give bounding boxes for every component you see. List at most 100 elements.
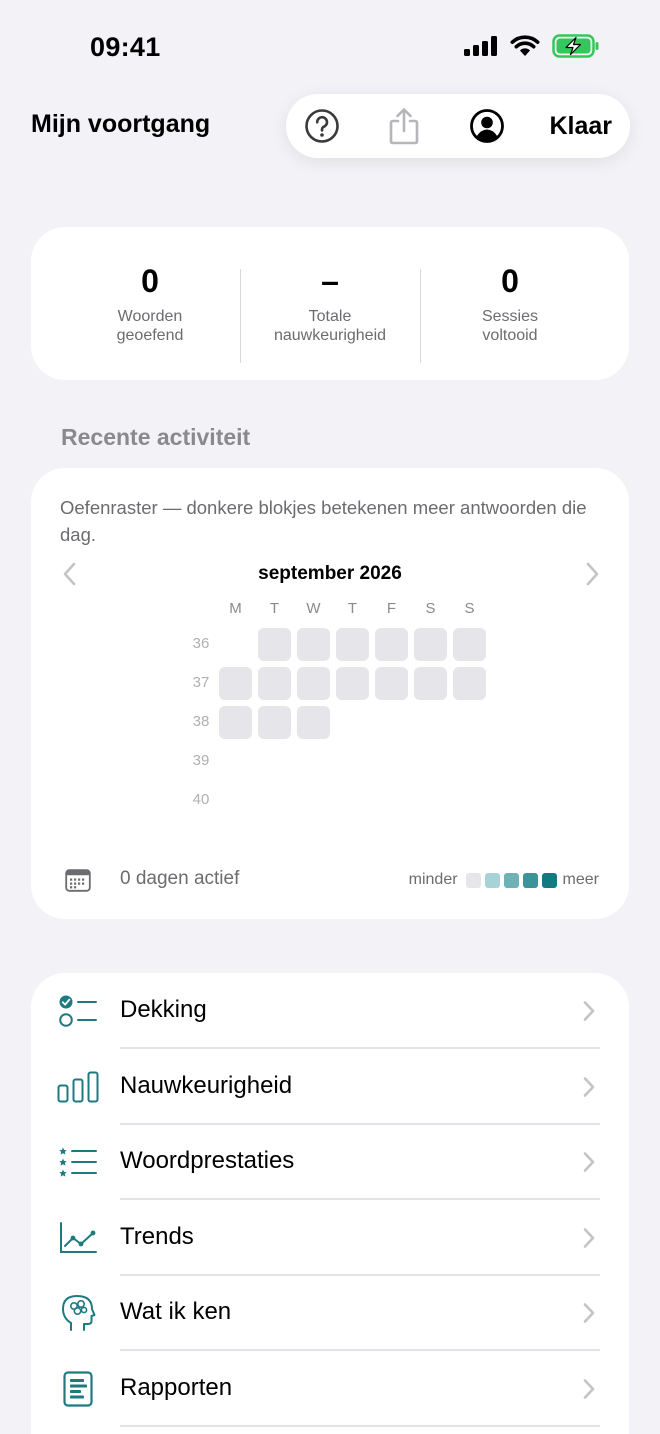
stat-label-line: voltooid (482, 327, 538, 344)
stat-label-line: nauwkeurigheid (273, 327, 387, 344)
day-cell[interactable] (375, 628, 408, 661)
menu-item-nauwkeurigheid[interactable]: Nauwkeurigheid (31, 1049, 629, 1125)
report-icon (57, 1368, 99, 1410)
nav-toolbar: Klaar (286, 94, 630, 158)
menu-item-trends[interactable]: Trends (31, 1200, 629, 1276)
chevron-right-icon (583, 1152, 595, 1172)
day-cell[interactable] (336, 628, 369, 661)
legend-less-label: minder (408, 871, 458, 888)
weekday-label: S (425, 600, 436, 617)
menu-item-label: Wat ik ken (120, 1298, 232, 1326)
page-title: Mijn voortgang (31, 110, 211, 138)
menu-item-label: Nauwkeurigheid (120, 1071, 293, 1099)
legend-swatch (541, 872, 557, 888)
menu-item-woordprestaties[interactable]: Woordprestaties (31, 1124, 629, 1200)
day-cell[interactable] (453, 667, 486, 700)
menu-item-label: Dekking (120, 996, 207, 1023)
account-button[interactable] (468, 94, 506, 158)
trend-chart-icon (57, 1217, 99, 1259)
stat-label: Sessies voltooid (420, 307, 600, 345)
chevron-right-icon (583, 1001, 595, 1021)
week-number: 38 (192, 713, 210, 730)
bar-chart-icon (57, 1066, 99, 1108)
day-cell[interactable] (219, 706, 252, 739)
checklist-icon (57, 990, 99, 1032)
day-cell[interactable] (258, 706, 291, 739)
wifi-icon (510, 35, 540, 56)
stat-label: Woorden geoefend (60, 307, 240, 345)
menu-item-rapporten[interactable]: Rapporten (31, 1351, 629, 1427)
weekday-label: F (386, 600, 397, 617)
account-icon (470, 109, 504, 143)
day-cell[interactable] (453, 628, 486, 661)
stat-label-line: Woorden (117, 308, 183, 325)
menu-item-label: Woordprestaties (120, 1147, 295, 1175)
day-cell[interactable] (375, 667, 408, 700)
activity-card: Oefenraster — donkere blokjes betekenen … (31, 468, 629, 919)
day-cell[interactable] (258, 667, 291, 700)
stat-value: 0 (141, 263, 159, 299)
menu-divider (120, 1425, 600, 1427)
day-cell[interactable] (258, 628, 291, 661)
day-cell[interactable] (297, 628, 330, 661)
legend-swatch (503, 872, 519, 888)
calendar-icon (65, 869, 91, 892)
day-cell[interactable] (336, 667, 369, 700)
day-cell[interactable] (414, 628, 447, 661)
signal-icon (464, 36, 497, 56)
share-icon (389, 108, 419, 145)
active-days-count: 0 dagen actief (120, 868, 240, 889)
legend-more-label: meer (562, 871, 599, 888)
legend-swatch (484, 872, 500, 888)
star-list-icon (57, 1141, 99, 1183)
chevron-right-icon (583, 1227, 595, 1248)
stat-label-line: geoefend (116, 327, 184, 344)
week-number: 39 (192, 752, 210, 769)
weekday-label: S (464, 600, 475, 617)
status-time: 09:41 (90, 32, 161, 62)
menu-item-label: Trends (120, 1222, 194, 1250)
stat-value: – (321, 263, 339, 299)
insights-menu: Dekking Nauwkeurigheid Woordprestaties T… (31, 973, 629, 1434)
legend-swatch (465, 872, 481, 888)
day-cell[interactable] (219, 667, 252, 700)
menu-item-wat-ik-ken[interactable]: Wat ik ken (31, 1275, 629, 1351)
status-bar: 09:41 (0, 0, 660, 96)
chevron-right-icon (583, 1303, 595, 1324)
month-title: september 2026 (258, 563, 402, 584)
stat-label-line: Sessies (481, 308, 539, 325)
share-button[interactable] (386, 94, 422, 158)
legend-swatch (522, 872, 538, 888)
help-icon (305, 109, 339, 143)
week-number: 36 (192, 635, 210, 652)
head-brain-icon (57, 1292, 99, 1334)
week-number: 40 (192, 791, 210, 808)
stat-label: Totale nauwkeurigheid (240, 307, 420, 345)
menu-item-label: Rapporten (120, 1374, 233, 1401)
day-cell[interactable] (297, 667, 330, 700)
chevron-right-icon (583, 1076, 595, 1097)
stat-words-practiced: 0 Woorden geoefend (60, 227, 240, 380)
chevron-right-icon (583, 1379, 595, 1399)
stat-total-accuracy: – Totale nauwkeurigheid (240, 227, 420, 380)
stat-value: 0 (501, 263, 519, 299)
section-header-recent-activity: Recente activiteit (61, 424, 251, 450)
activity-legend: minder meer (409, 871, 599, 889)
day-cell[interactable] (414, 667, 447, 700)
help-button[interactable] (302, 94, 342, 158)
weekday-label: M (229, 600, 242, 617)
day-cell[interactable] (297, 706, 330, 739)
week-number: 37 (192, 674, 210, 691)
activity-description: Oefenraster — donkere blokjes betekenen … (60, 497, 587, 545)
menu-item-dekking[interactable]: Dekking (31, 973, 629, 1049)
battery-charging-icon (552, 34, 599, 58)
status-icons (464, 34, 600, 58)
weekday-label: W (306, 600, 321, 617)
done-button[interactable]: Klaar (549, 94, 612, 158)
weekday-label: T (269, 600, 280, 617)
stat-sessions-completed: 0 Sessies voltooid (420, 227, 600, 380)
stat-label-line: Totale (308, 308, 352, 325)
weekday-label: T (347, 600, 358, 617)
next-month-button[interactable] (581, 561, 603, 587)
stats-card: 0 Woorden geoefend – Totale nauwkeurighe… (31, 227, 629, 380)
